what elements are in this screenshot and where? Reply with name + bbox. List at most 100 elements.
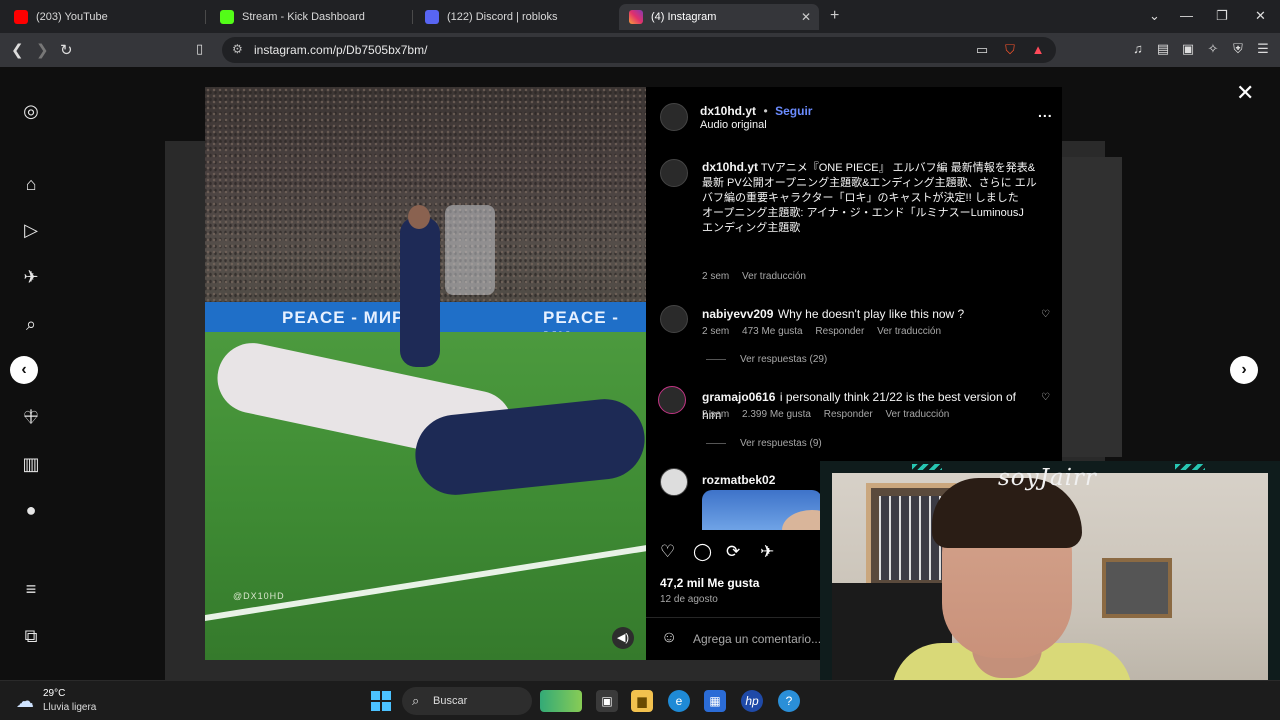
comment-username[interactable]: gramajo0616 [702, 390, 775, 404]
motion-blur [445, 205, 495, 295]
comment-avatar[interactable] [658, 386, 686, 414]
brave-shield-icon[interactable]: ⛉ [1002, 42, 1018, 58]
home-icon[interactable]: ⌂ [20, 173, 42, 195]
comment-username[interactable]: nabiyevv209 [702, 307, 773, 321]
file-explorer-icon[interactable]: ▆ [631, 690, 653, 712]
rewards-icon[interactable]: ▲ [1030, 42, 1046, 58]
more-options-icon[interactable]: ... [1038, 104, 1053, 120]
tab-search-icon[interactable]: ⌄ [1149, 8, 1160, 24]
dashboard-icon[interactable]: ▥ [20, 453, 42, 475]
help-icon[interactable]: ? [778, 690, 800, 712]
reels-icon[interactable]: ▷ [20, 219, 42, 241]
comment-image[interactable] [702, 490, 822, 530]
comment-input[interactable]: Agrega un comentario... [693, 632, 821, 646]
next-post-button[interactable]: › [1230, 356, 1258, 384]
also-from-meta-icon[interactable]: ⧉ [20, 625, 42, 647]
tab-label: (203) YouTube [36, 11, 108, 23]
reply-link[interactable]: Responder [815, 326, 864, 337]
comment-likes[interactable]: 473 Me gusta [742, 326, 803, 337]
translate-link[interactable]: Ver traducción [885, 409, 949, 420]
comment-avatar[interactable] [660, 305, 688, 333]
comment-avatar[interactable] [660, 468, 688, 496]
view-replies[interactable]: Ver respuestas (29) [706, 354, 827, 365]
site-info-icon[interactable]: ⚙ [232, 42, 243, 56]
comment-time: 2 sem [702, 409, 730, 420]
like-comment-icon[interactable]: ♡ [1041, 392, 1050, 403]
weather-condition[interactable]: Lluvia ligera [43, 702, 96, 713]
tab-youtube[interactable]: (203) YouTube [4, 4, 200, 30]
post-video[interactable]: PEACE - МИР PEACE - МИ @DX10HD ◀) [205, 87, 646, 660]
caption-avatar[interactable] [660, 159, 688, 187]
new-tab-button[interactable]: + [830, 7, 839, 25]
back-button[interactable]: ❮ [11, 41, 24, 59]
reply-link[interactable]: Responder [824, 409, 873, 420]
comment-meta: 2 sem 473 Me gusta Responder Ver traducc… [702, 326, 951, 337]
weather-temperature[interactable]: 29°C [43, 688, 65, 699]
follow-button[interactable]: Seguir [775, 104, 812, 118]
vpn-icon[interactable]: ⛨ [1230, 41, 1246, 57]
reload-button[interactable]: ↻ [60, 41, 73, 59]
wall-frame [1102, 558, 1172, 618]
windows-taskbar: ☁ 29°C Lluvia ligera ⌕ Buscar ▣ ▆ e ▦ hp… [0, 680, 1280, 720]
translate-link[interactable]: Ver traducción [742, 271, 806, 282]
author-avatar[interactable] [660, 103, 688, 131]
hp-icon[interactable]: hp [741, 690, 763, 712]
windows-start-icon[interactable] [371, 691, 391, 711]
author-username[interactable]: dx10hd.yt [700, 104, 756, 118]
instagram-logo-icon[interactable]: ◎ [20, 100, 42, 122]
omnibox[interactable]: ⚙ instagram.com/p/Db7505bx7bm/ ▭ ⛉ ▲ [222, 37, 1056, 63]
audio-icon[interactable]: ◀) [612, 627, 634, 649]
tab-instagram[interactable]: (4) Instagram ✕ [619, 4, 819, 30]
like-icon[interactable]: ♡ [660, 542, 675, 562]
messages-icon[interactable]: ✈ [20, 266, 42, 288]
maximize-button[interactable]: ❐ [1216, 8, 1228, 24]
caption-time: 2 sem [702, 271, 730, 282]
close-modal-icon[interactable]: ✕ [1236, 80, 1254, 106]
emoji-icon[interactable]: ☺ [661, 629, 677, 647]
translate-link[interactable]: Ver traducción [877, 326, 941, 337]
search-icon[interactable]: ⌕ [20, 313, 42, 335]
search-icon: ⌕ [412, 693, 420, 708]
replies-divider [706, 442, 726, 444]
bookmark-icon[interactable]: ▯ [196, 41, 203, 57]
cast-icon[interactable]: ▭ [974, 42, 990, 58]
likes-count[interactable]: 47,2 mil Me gusta [660, 576, 759, 590]
minimize-button[interactable]: — [1180, 8, 1193, 23]
overlay-stripe [912, 464, 942, 470]
comment-icon[interactable]: ◯ [693, 542, 712, 562]
video-watermark: @DX10HD [233, 591, 285, 601]
tab-kick[interactable]: Stream - Kick Dashboard [210, 4, 408, 30]
weather-cloud-icon[interactable]: ☁ [16, 691, 34, 712]
taskbar-search[interactable]: ⌕ Buscar [402, 687, 532, 715]
media-icon[interactable]: ♫ [1130, 41, 1146, 57]
menu-icon[interactable]: ☰ [1255, 41, 1271, 57]
audio-label[interactable]: Audio original [700, 119, 767, 131]
task-view-icon[interactable]: ▣ [596, 690, 618, 712]
wallet-icon[interactable]: ▣ [1180, 41, 1196, 57]
comment-time: 2 sem [702, 326, 730, 337]
comment-username[interactable]: rozmatbek02 [702, 473, 775, 487]
close-tab-icon[interactable]: ✕ [801, 10, 811, 24]
repost-icon[interactable]: ⟳ [726, 542, 740, 562]
tab-divider [412, 10, 413, 24]
widget-image-icon[interactable] [540, 690, 582, 712]
previous-post-button[interactable]: ‹ [10, 356, 38, 384]
edge-icon[interactable]: e [668, 690, 690, 712]
comment-meta: 2 sem 2.399 Me gusta Responder Ver tradu… [702, 409, 959, 420]
store-icon[interactable]: ▦ [704, 690, 726, 712]
profile-avatar-icon[interactable]: ● [20, 499, 42, 521]
close-window-button[interactable]: ✕ [1255, 8, 1266, 24]
more-menu-icon[interactable]: ≡ [20, 578, 42, 600]
share-icon[interactable]: ✈ [760, 542, 774, 562]
create-icon[interactable]: ＋ [20, 406, 42, 428]
comment-likes[interactable]: 2.399 Me gusta [742, 409, 811, 420]
view-replies[interactable]: Ver respuestas (9) [706, 438, 822, 449]
leo-ai-icon[interactable]: ✧ [1205, 41, 1221, 57]
comment-body: Why he doesn't play like this now ? [777, 307, 965, 321]
caption: dx10hd.yt TVアニメ『ONE PIECE』 エルバフ編 最新情報を発表… [702, 160, 1038, 236]
sidebar-icon[interactable]: ▤ [1155, 41, 1171, 57]
forward-button[interactable]: ❯ [36, 41, 49, 59]
like-comment-icon[interactable]: ♡ [1041, 309, 1050, 320]
caption-username[interactable]: dx10hd.yt [702, 160, 758, 174]
tab-discord[interactable]: (122) Discord | robloks [415, 4, 615, 30]
